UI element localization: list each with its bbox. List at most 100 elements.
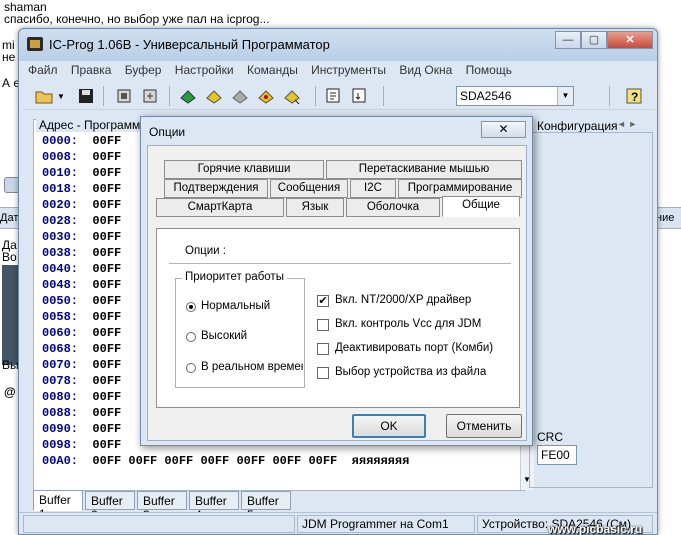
menu-tools[interactable]: Инструменты bbox=[306, 61, 391, 77]
toolbar: ▼ SDA2546 ▼ ? bbox=[23, 82, 655, 110]
hex-data: 00FF bbox=[92, 342, 122, 356]
hex-row[interactable]: 0048: 00FF bbox=[42, 278, 121, 294]
hex-data: 00FF bbox=[92, 374, 122, 388]
tab-shell[interactable]: Оболочка bbox=[346, 198, 440, 217]
chip-read-icon[interactable] bbox=[113, 85, 135, 107]
hex-row[interactable]: 00A0: 00FF 00FF 00FF 00FF 00FF 00FF 00FF… bbox=[42, 454, 409, 470]
hex-address: 0030: bbox=[42, 230, 79, 244]
device-from-file-checkbox[interactable] bbox=[317, 367, 329, 379]
hex-data: 00FF bbox=[92, 358, 122, 372]
hex-address: 0088: bbox=[42, 406, 79, 420]
erase-device-icon[interactable] bbox=[229, 85, 251, 107]
tab-general[interactable]: Общие bbox=[442, 196, 520, 217]
close-button[interactable]: ✕ bbox=[607, 31, 653, 49]
hex-data: 00FF bbox=[92, 134, 122, 148]
copy-icon[interactable] bbox=[323, 85, 345, 107]
hex-row[interactable]: 0090: 00FF bbox=[42, 422, 121, 438]
svg-text:?: ? bbox=[631, 90, 638, 104]
tab-buffer-2[interactable]: Buffer 2 bbox=[85, 491, 135, 522]
program-device-icon[interactable] bbox=[203, 85, 225, 107]
crc-label: CRC bbox=[537, 430, 563, 444]
hex-row[interactable]: 0070: 00FF bbox=[42, 358, 121, 374]
hex-row[interactable]: 0010: 00FF bbox=[42, 166, 121, 182]
minimize-button[interactable]: — bbox=[555, 31, 581, 49]
hex-row[interactable]: 0030: 00FF bbox=[42, 230, 121, 246]
tab-hotkeys[interactable]: Горячие клавиши bbox=[164, 160, 324, 179]
hex-row[interactable]: 0088: 00FF bbox=[42, 406, 121, 422]
dialog-close-button[interactable]: ✕ bbox=[481, 121, 526, 138]
hex-row[interactable]: 0038: 00FF bbox=[42, 246, 121, 262]
priority-group-title: Приоритет работы bbox=[182, 271, 287, 283]
read-device-icon[interactable] bbox=[177, 85, 199, 107]
tab-smartcard[interactable]: СмартКарта bbox=[156, 198, 284, 217]
tab-buffer-5[interactable]: Buffer 5 bbox=[241, 491, 291, 522]
hex-row[interactable]: 0078: 00FF bbox=[42, 374, 121, 390]
hex-address: 0018: bbox=[42, 182, 79, 196]
menu-settings[interactable]: Настройки bbox=[170, 61, 239, 77]
hex-row[interactable]: 0068: 00FF bbox=[42, 342, 121, 358]
options-dialog: Опции ✕ Горячие клавиши Перетаскивание м… bbox=[140, 116, 533, 446]
tab-buffer-3[interactable]: Buffer 3 bbox=[137, 491, 187, 522]
priority-realtime-radio[interactable] bbox=[186, 363, 196, 373]
dropdown-arrow-icon[interactable]: ▼ bbox=[55, 85, 67, 107]
chip-config-icon[interactable] bbox=[139, 85, 161, 107]
toolbar-separator bbox=[169, 86, 170, 106]
hex-row[interactable]: 0050: 00FF bbox=[42, 294, 121, 310]
menu-view[interactable]: Вид Окна bbox=[394, 61, 457, 77]
menu-edit[interactable]: Правка bbox=[66, 61, 117, 77]
hex-row[interactable]: 0098: 00FF bbox=[42, 438, 121, 454]
verify-device-icon[interactable] bbox=[255, 85, 277, 107]
blank-check-icon[interactable] bbox=[281, 85, 303, 107]
tab-drag-drop[interactable]: Перетаскивание мышью bbox=[326, 160, 522, 179]
hex-data: 00FF bbox=[92, 390, 122, 404]
hex-data: 00FF bbox=[92, 246, 122, 260]
hex-row[interactable]: 0008: 00FF bbox=[42, 150, 121, 166]
hex-data: 00FF 00FF 00FF 00FF 00FF 00FF 00FF яяяяя… bbox=[92, 454, 410, 468]
hex-data: 00FF bbox=[92, 230, 122, 244]
hex-row[interactable]: 0058: 00FF bbox=[42, 310, 121, 326]
deactivate-port-checkbox[interactable] bbox=[317, 343, 329, 355]
tab-confirmations[interactable]: Подтверждения bbox=[164, 179, 268, 198]
menu-commands[interactable]: Команды bbox=[242, 61, 303, 77]
tab-i2c[interactable]: I2C bbox=[350, 179, 396, 198]
hex-row[interactable]: 0060: 00FF bbox=[42, 326, 121, 342]
nt-driver-checkbox[interactable]: ✔ bbox=[317, 295, 329, 307]
save-disk-icon[interactable] bbox=[75, 85, 97, 107]
hex-row[interactable]: 0080: 00FF bbox=[42, 390, 121, 406]
hex-address: 0078: bbox=[42, 374, 79, 388]
hex-address: 0040: bbox=[42, 262, 79, 276]
vcc-control-checkbox[interactable] bbox=[317, 319, 329, 331]
tab-buffer-4[interactable]: Buffer 4 bbox=[189, 491, 239, 522]
hex-row[interactable]: 0020: 00FF bbox=[42, 198, 121, 214]
priority-high-label: Высокий bbox=[201, 330, 248, 342]
device-from-file-label: Выбор устройства из файла bbox=[335, 366, 487, 378]
tab-messages[interactable]: Сообщения bbox=[270, 179, 348, 198]
tab-language[interactable]: Язык bbox=[286, 198, 344, 217]
cancel-button[interactable]: Отменить bbox=[446, 414, 522, 438]
tab-buffer-1[interactable]: Buffer 1 bbox=[33, 490, 83, 521]
paste-icon[interactable] bbox=[349, 85, 371, 107]
title-bar[interactable]: IC-Prog 1.06B - Универсальный Программат… bbox=[19, 29, 657, 61]
priority-normal-radio[interactable] bbox=[186, 302, 196, 312]
hex-row[interactable]: 0018: 00FF bbox=[42, 182, 121, 198]
hex-data: 00FF bbox=[92, 406, 122, 420]
divider bbox=[169, 263, 511, 264]
open-folder-icon[interactable] bbox=[33, 85, 55, 107]
menu-file[interactable]: Файл bbox=[23, 61, 63, 77]
maximize-button[interactable]: ▢ bbox=[581, 31, 607, 49]
hex-address: 0048: bbox=[42, 278, 79, 292]
priority-group: Приоритет работы Нормальный Высокий В ре… bbox=[175, 271, 305, 388]
priority-high-radio[interactable] bbox=[186, 332, 196, 342]
hex-row[interactable]: 0000: 00FF bbox=[42, 134, 121, 150]
forum-fragment: Дат bbox=[0, 212, 19, 224]
hex-row[interactable]: 0040: 00FF bbox=[42, 262, 121, 278]
menu-buffer[interactable]: Буфер bbox=[120, 61, 167, 77]
menu-help[interactable]: Помощь bbox=[461, 61, 517, 77]
device-select[interactable]: SDA2546 ▼ bbox=[456, 86, 574, 106]
chevron-down-icon[interactable]: ▼ bbox=[557, 87, 573, 105]
hex-row[interactable]: 0028: 00FF bbox=[42, 214, 121, 230]
config-arrows-icon[interactable]: ◄ ► bbox=[617, 119, 637, 129]
ok-button[interactable]: OK bbox=[352, 414, 426, 438]
help-icon[interactable]: ? bbox=[623, 85, 645, 107]
dialog-body: Горячие клавиши Перетаскивание мышью Под… bbox=[147, 145, 527, 441]
